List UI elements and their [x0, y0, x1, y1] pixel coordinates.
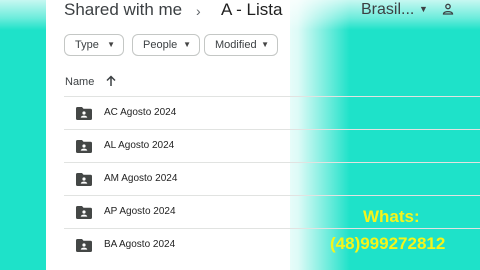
- filter-modified-label: Modified: [215, 39, 257, 51]
- overlay-text-whats: Whats:: [363, 207, 420, 226]
- file-row[interactable]: AL Agosto 2024: [64, 129, 480, 162]
- file-row[interactable]: AM Agosto 2024: [64, 162, 480, 195]
- filter-people-label: People: [143, 39, 178, 51]
- shared-folder-icon: [76, 173, 92, 186]
- filter-type-chip[interactable]: Type ▼: [64, 34, 124, 56]
- caret-down-icon: ▼: [183, 40, 191, 49]
- column-header-name[interactable]: Name: [65, 76, 94, 88]
- caret-down-icon[interactable]: ▼: [419, 4, 428, 14]
- shared-folder-icon: [76, 206, 92, 219]
- shared-folder-icon: [76, 239, 92, 252]
- shared-folder-icon: [76, 140, 92, 153]
- file-name: AL Agosto 2024: [104, 140, 175, 151]
- person-icon[interactable]: [442, 3, 454, 15]
- file-row[interactable]: AC Agosto 2024: [64, 96, 480, 129]
- filter-modified-chip[interactable]: Modified ▼: [204, 34, 278, 56]
- shared-folder-icon: [76, 107, 92, 120]
- breadcrumb-current-folder[interactable]: A - Lista: [221, 0, 282, 20]
- filter-type-label: Type: [75, 39, 99, 51]
- breadcrumb-shared-with-me[interactable]: Shared with me: [64, 0, 182, 20]
- file-name: AM Agosto 2024: [104, 173, 178, 184]
- breadcrumb-separator-icon: ›: [196, 3, 201, 19]
- file-name: BA Agosto 2024: [104, 239, 176, 250]
- overlay-text-phone: (48)999272812: [330, 234, 446, 253]
- language-selector[interactable]: Brasil...: [361, 1, 414, 19]
- caret-down-icon: ▼: [107, 40, 115, 49]
- arrow-up-icon[interactable]: [104, 74, 118, 88]
- file-name: AC Agosto 2024: [104, 107, 177, 118]
- file-name: AP Agosto 2024: [104, 206, 176, 217]
- caret-down-icon: ▼: [261, 40, 269, 49]
- filter-people-chip[interactable]: People ▼: [132, 34, 200, 56]
